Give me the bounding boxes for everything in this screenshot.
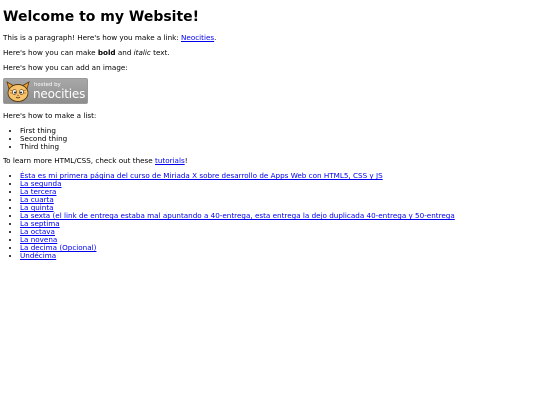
neocities-link[interactable]: Neocities: [181, 33, 214, 42]
neocities-cat-icon: [6, 81, 30, 102]
page: Welcome to my Website! This is a paragra…: [0, 0, 540, 405]
badge-neocities-text: neocities: [33, 87, 86, 101]
learn-more-paragraph: To learn more HTML/CSS, check out these …: [3, 157, 188, 165]
page-title: Welcome to my Website!: [3, 9, 200, 25]
course-links-list: Ésta es mi primera página del curso de M…: [0, 172, 455, 260]
list-item: La segunda: [20, 180, 455, 188]
list-item: Third thing: [20, 143, 67, 151]
link-sexta[interactable]: La sexta (el link de entrega estaba mal …: [20, 211, 455, 220]
bold-text: bold: [97, 48, 116, 57]
hosted-by-neocities-badge: hosted by neocities: [3, 78, 88, 104]
link-undecima[interactable]: Undécima: [20, 251, 56, 260]
image-paragraph: Here's how you can add an image:: [3, 63, 128, 72]
list-item: La octava: [20, 228, 455, 236]
italic-text: italic: [133, 48, 151, 57]
formatting-text-end: text.: [150, 48, 170, 57]
list-item: La septima: [20, 220, 455, 228]
learn-more-text-end: !: [184, 156, 188, 165]
formatting-text: Here's how you can make: [3, 48, 98, 57]
formatting-paragraph: Here's how you can make bold and italic …: [3, 49, 170, 57]
link-primera[interactable]: Ésta es mi primera página del curso de M…: [20, 171, 383, 180]
learn-more-text: To learn more HTML/CSS, check out these: [3, 156, 156, 165]
list-item: La decima (Opcional): [20, 244, 455, 252]
formatting-text-middle: and: [115, 48, 134, 57]
list-paragraph: Here's how to make a list:: [3, 111, 97, 120]
intro-text: This is a paragraph! Here's how you make…: [3, 33, 182, 42]
bullet-list: First thing Second thing Third thing: [0, 127, 67, 151]
list-item: Ésta es mi primera página del curso de M…: [20, 172, 455, 180]
list-item: La cuarta: [20, 196, 455, 204]
list-item: Undécima: [20, 252, 455, 260]
intro-paragraph: This is a paragraph! Here's how you make…: [3, 34, 216, 42]
list-item: La tercera: [20, 188, 455, 196]
tutorials-link[interactable]: tutorials: [155, 156, 185, 165]
list-item: La sexta (el link de entrega estaba mal …: [20, 212, 455, 220]
intro-text-end: .: [214, 33, 217, 42]
